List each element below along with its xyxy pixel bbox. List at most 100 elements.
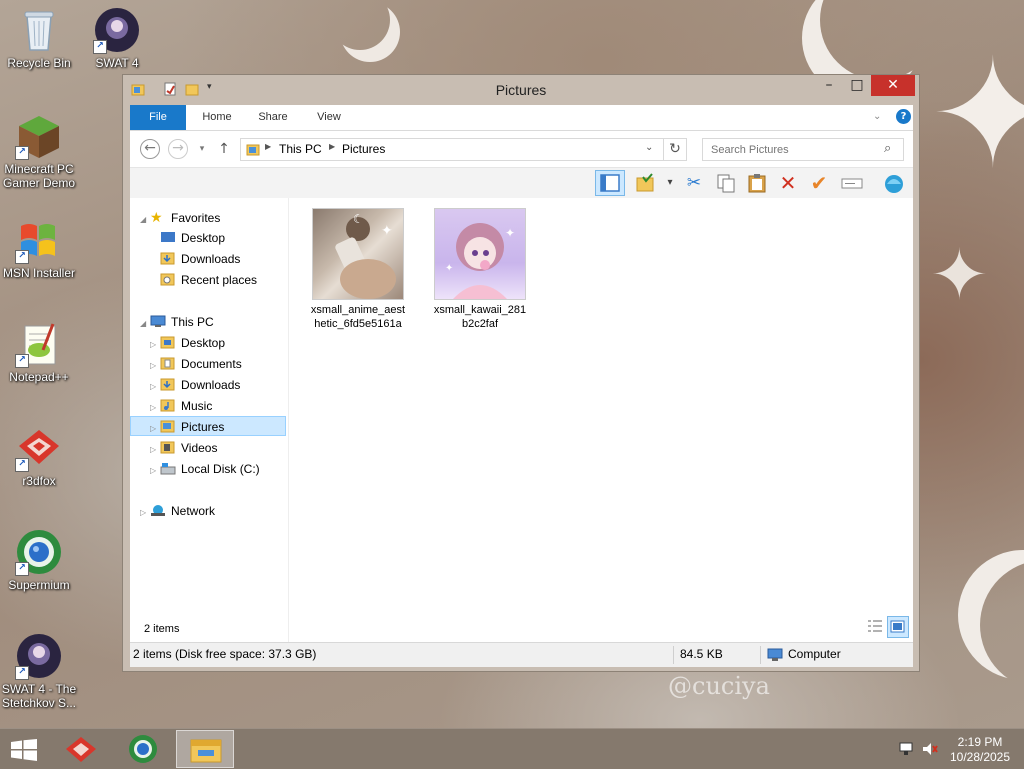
details-view-button[interactable] (865, 616, 885, 636)
nav-item-desktop-pc[interactable]: ▷ Desktop (150, 333, 225, 353)
collapsed-arrow-icon: ▷ (150, 403, 157, 412)
wallpaper-moon-shape (330, 0, 390, 50)
downloads-folder-icon (160, 251, 176, 265)
network-icon (150, 503, 166, 516)
cut-icon: ✂ (686, 173, 702, 193)
nav-item-documents[interactable]: ▷ Documents (150, 354, 242, 374)
shortcut-arrow-icon: ↗ (15, 250, 29, 264)
tab-home[interactable]: Home (192, 105, 242, 130)
taskbar-app-r3dfox[interactable] (52, 730, 110, 768)
svg-text:✦: ✦ (445, 263, 453, 274)
desktop-icon-label: MSN Installer (2, 266, 76, 280)
delete-button[interactable]: ✕ (776, 171, 800, 195)
cut-button[interactable]: ✂ (682, 171, 706, 195)
network-tray-icon[interactable] (898, 741, 914, 760)
back-button[interactable]: ← (140, 139, 160, 159)
volume-muted-icon[interactable] (922, 741, 938, 760)
folder-options-button[interactable] (633, 171, 657, 195)
item-count: 2 items (144, 623, 180, 635)
system-clock[interactable]: 2:19 PM 10/28/2025 (940, 735, 1020, 765)
nav-item-downloads-pc[interactable]: ▷ Downloads (150, 375, 240, 395)
refresh-button[interactable]: ↻ (663, 138, 687, 161)
nav-item-recent-places[interactable]: Recent places (160, 270, 257, 290)
recent-locations-button[interactable]: ▾ (192, 139, 212, 159)
pictures-folder-icon (160, 419, 176, 433)
expand-ribbon-icon[interactable]: ⌄ (873, 111, 881, 122)
breadcrumb-pictures[interactable]: Pictures (342, 142, 385, 156)
status-size: 84.5 KB (680, 647, 723, 661)
rename-button[interactable] (840, 171, 864, 195)
address-dropdown-icon[interactable]: ⌄ (645, 142, 653, 153)
downloads-folder-icon (160, 377, 176, 391)
help-icon[interactable]: ? (896, 109, 911, 124)
large-icons-view-button[interactable] (887, 616, 909, 638)
music-folder-icon (160, 398, 176, 412)
desktop-icon-recycle-bin[interactable]: Recycle Bin (0, 6, 81, 70)
taskbar-app-file-explorer[interactable] (176, 730, 234, 768)
desktop-icon-r3dfox[interactable]: ↗ r3dfox (0, 424, 81, 488)
tab-file[interactable]: File (130, 105, 186, 130)
rename-icon (841, 178, 863, 198)
copy-button[interactable] (714, 171, 738, 195)
file-item[interactable]: ✦ ✦ xsmall_kawaii_281b2c2faf (429, 206, 531, 331)
nav-network[interactable]: ▷ Network (140, 501, 215, 521)
apply-button[interactable]: ✔ (807, 171, 831, 195)
nav-label: Local Disk (C:) (181, 462, 260, 476)
nav-item-downloads[interactable]: Downloads (160, 249, 240, 269)
nav-label: Downloads (181, 378, 241, 392)
nav-item-desktop[interactable]: Desktop (160, 228, 225, 248)
desktop-icon-notepadpp[interactable]: ↗ Notepad++ (0, 320, 81, 384)
refresh-icon: ↻ (669, 141, 681, 157)
desktop-icon-minecraft[interactable]: ↗ Minecraft PC Gamer Demo (0, 112, 81, 190)
desktop-icon-swat4[interactable]: ↗ SWAT 4 (75, 6, 159, 70)
nav-label: Pictures (181, 420, 225, 434)
nav-label: Desktop (181, 336, 226, 350)
forward-button[interactable]: → (168, 139, 188, 159)
title-bar[interactable]: ▾ Pictures – □ ✕ (123, 75, 919, 105)
shortcut-arrow-icon: ↗ (15, 562, 29, 576)
desktop-icon-msn-installer[interactable]: ↗ MSN Installer (0, 216, 81, 280)
address-bar[interactable]: ▶ This PC ▶ Pictures ⌄ (240, 138, 664, 161)
nav-item-local-disk[interactable]: ▷ Local Disk (C:) (150, 459, 260, 479)
close-button[interactable]: ✕ (871, 75, 915, 96)
tab-share[interactable]: Share (248, 105, 298, 130)
file-item[interactable]: ✦ ☾ xsmall_anime_aesthetic_6fd5e5161a (307, 206, 409, 331)
nav-item-music[interactable]: ▷ Music (150, 396, 212, 416)
desktop-icon-supermium[interactable]: ↗ Supermium (0, 528, 81, 592)
nav-item-videos[interactable]: ▷ Videos (150, 438, 217, 458)
collapsed-arrow-icon: ▷ (140, 508, 147, 517)
taskbar-app-supermium[interactable] (114, 730, 172, 768)
folder-options-dropdown[interactable]: ▾ (658, 171, 682, 195)
desktop-icon-label: Minecraft PC Gamer Demo (2, 162, 76, 190)
nav-favorites[interactable]: ◢ ★ Favorites (140, 207, 220, 227)
collapsed-arrow-icon: ▷ (150, 445, 157, 454)
arrow-up-icon: ↑ (218, 141, 230, 157)
search-icon[interactable]: ⌕ (884, 141, 891, 156)
arrow-left-icon: ← (144, 140, 156, 156)
wallpaper-watermark: @cuciya (668, 672, 770, 700)
nav-this-pc[interactable]: ◢ This PC (140, 312, 214, 332)
supermium-icon: ↗ (15, 528, 63, 576)
nav-label: Network (171, 504, 216, 518)
start-button[interactable] (0, 730, 48, 768)
paste-button[interactable] (745, 171, 769, 195)
expanded-arrow-icon: ◢ (140, 215, 147, 224)
preview-pane-icon (600, 174, 620, 197)
properties-button[interactable] (882, 171, 906, 195)
computer-icon (767, 647, 783, 670)
paste-icon (747, 174, 767, 198)
large-icons-view-icon (890, 620, 905, 633)
pictures-folder-icon (246, 142, 260, 159)
preview-pane-button[interactable] (595, 170, 625, 196)
maximize-button[interactable]: □ (843, 75, 871, 96)
breadcrumb-this-pc[interactable]: This PC (279, 142, 322, 156)
minimize-button[interactable]: – (815, 75, 843, 96)
desktop-icon-swat4-stetchkov[interactable]: ↗ SWAT 4 - The Stetchkov S... (0, 632, 81, 710)
status-items-disk: 2 items (Disk free space: 37.3 GB) (133, 647, 317, 661)
swat4-icon: ↗ (15, 632, 63, 680)
search-box: ⌕ (702, 138, 904, 161)
search-input[interactable] (709, 139, 883, 160)
nav-item-pictures[interactable]: ▷ Pictures (130, 416, 286, 436)
up-button[interactable]: ↑ (214, 139, 234, 159)
tab-view[interactable]: View (304, 105, 354, 130)
